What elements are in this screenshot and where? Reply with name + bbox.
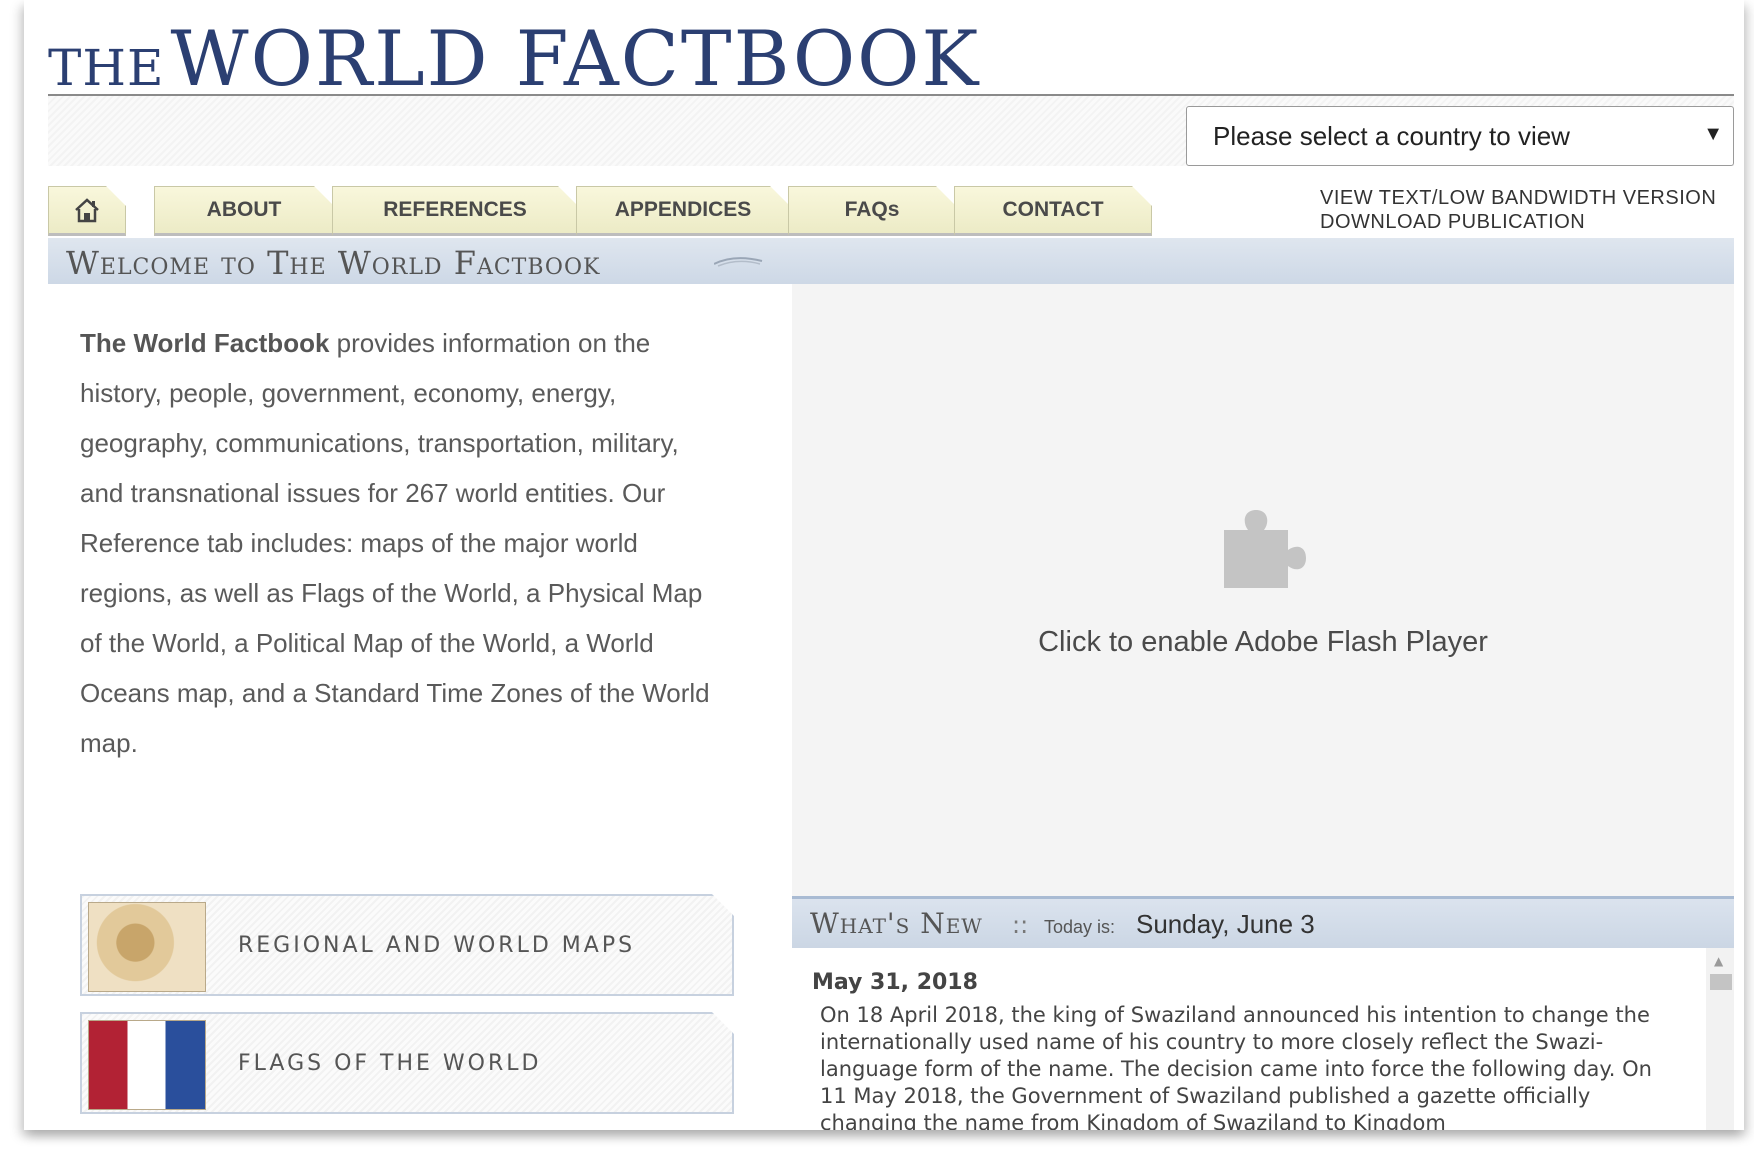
world-map-thumbnail	[88, 902, 206, 992]
swoosh-icon	[714, 257, 763, 267]
welcome-header: Welcome to The World Factbook	[48, 238, 1734, 284]
maps-label: REGIONAL AND WORLD MAPS	[238, 932, 636, 958]
tab-about[interactable]: ABOUT	[154, 186, 334, 236]
regional-world-maps-button[interactable]: REGIONAL AND WORLD MAPS	[80, 894, 734, 996]
enable-flash-text[interactable]: Click to enable Adobe Flash Player	[792, 626, 1734, 659]
flash-placeholder[interactable]: Click to enable Adobe Flash Player	[792, 284, 1734, 896]
page: THE WORLD FACTBOOK Please select a count…	[24, 0, 1744, 1130]
tab-contact[interactable]: CONTACT	[954, 186, 1152, 236]
news-item-body: On 18 April 2018, the king of Swaziland …	[820, 1003, 1652, 1130]
flags-label: FLAGS OF THE WORLD	[238, 1050, 542, 1076]
utility-links: VIEW TEXT/LOW BANDWIDTH VERSION DOWNLOAD…	[1320, 186, 1716, 234]
tab-faqs[interactable]: FAQs	[788, 186, 956, 236]
tab-home[interactable]	[48, 186, 126, 236]
logo-title: WORLD FACTBOOK	[170, 14, 981, 103]
welcome-title: Welcome to The World Factbook	[66, 244, 601, 282]
whats-new-title: What's New	[810, 907, 983, 940]
today-date: Sunday, June 3	[1136, 909, 1315, 939]
whats-new-list[interactable]: May 31, 2018 On 18 April 2018, the king …	[792, 948, 1734, 1130]
flags-thumbnail	[88, 1020, 206, 1110]
country-select[interactable]: Please select a country to view ▼	[1186, 106, 1734, 166]
scroll-up-arrow-icon[interactable]: ▲	[1714, 954, 1723, 968]
intro-bold: The World Factbook	[80, 328, 330, 358]
world-factbook-logo[interactable]: THE WORLD FACTBOOK	[48, 14, 980, 103]
whats-new-header: What's New :: Today is: Sunday, June 3	[792, 896, 1734, 948]
news-scrollbar[interactable]: ▲	[1706, 948, 1734, 1130]
intro-body: provides information on the history, peo…	[80, 328, 710, 758]
scroll-thumb[interactable]	[1710, 974, 1732, 990]
home-icon	[73, 196, 101, 224]
country-select-value: Please select a country to view	[1213, 120, 1570, 151]
today-label: Today is:	[1044, 917, 1116, 937]
puzzle-piece-icon	[1224, 510, 1306, 588]
logo-the: THE	[48, 39, 165, 97]
dropdown-arrow-icon: ▼	[1703, 123, 1723, 145]
tab-appendices[interactable]: APPENDICES	[576, 186, 790, 236]
whats-new-separator: ::	[1012, 911, 1029, 939]
download-publication-link[interactable]: DOWNLOAD PUBLICATION	[1320, 210, 1716, 234]
flags-of-the-world-button[interactable]: FLAGS OF THE WORLD	[80, 1012, 734, 1114]
intro-text: The World Factbook provides information …	[80, 318, 720, 768]
tab-references[interactable]: REFERENCES	[332, 186, 578, 236]
text-version-link[interactable]: VIEW TEXT/LOW BANDWIDTH VERSION	[1320, 186, 1716, 210]
news-item-date: May 31, 2018	[812, 970, 978, 995]
